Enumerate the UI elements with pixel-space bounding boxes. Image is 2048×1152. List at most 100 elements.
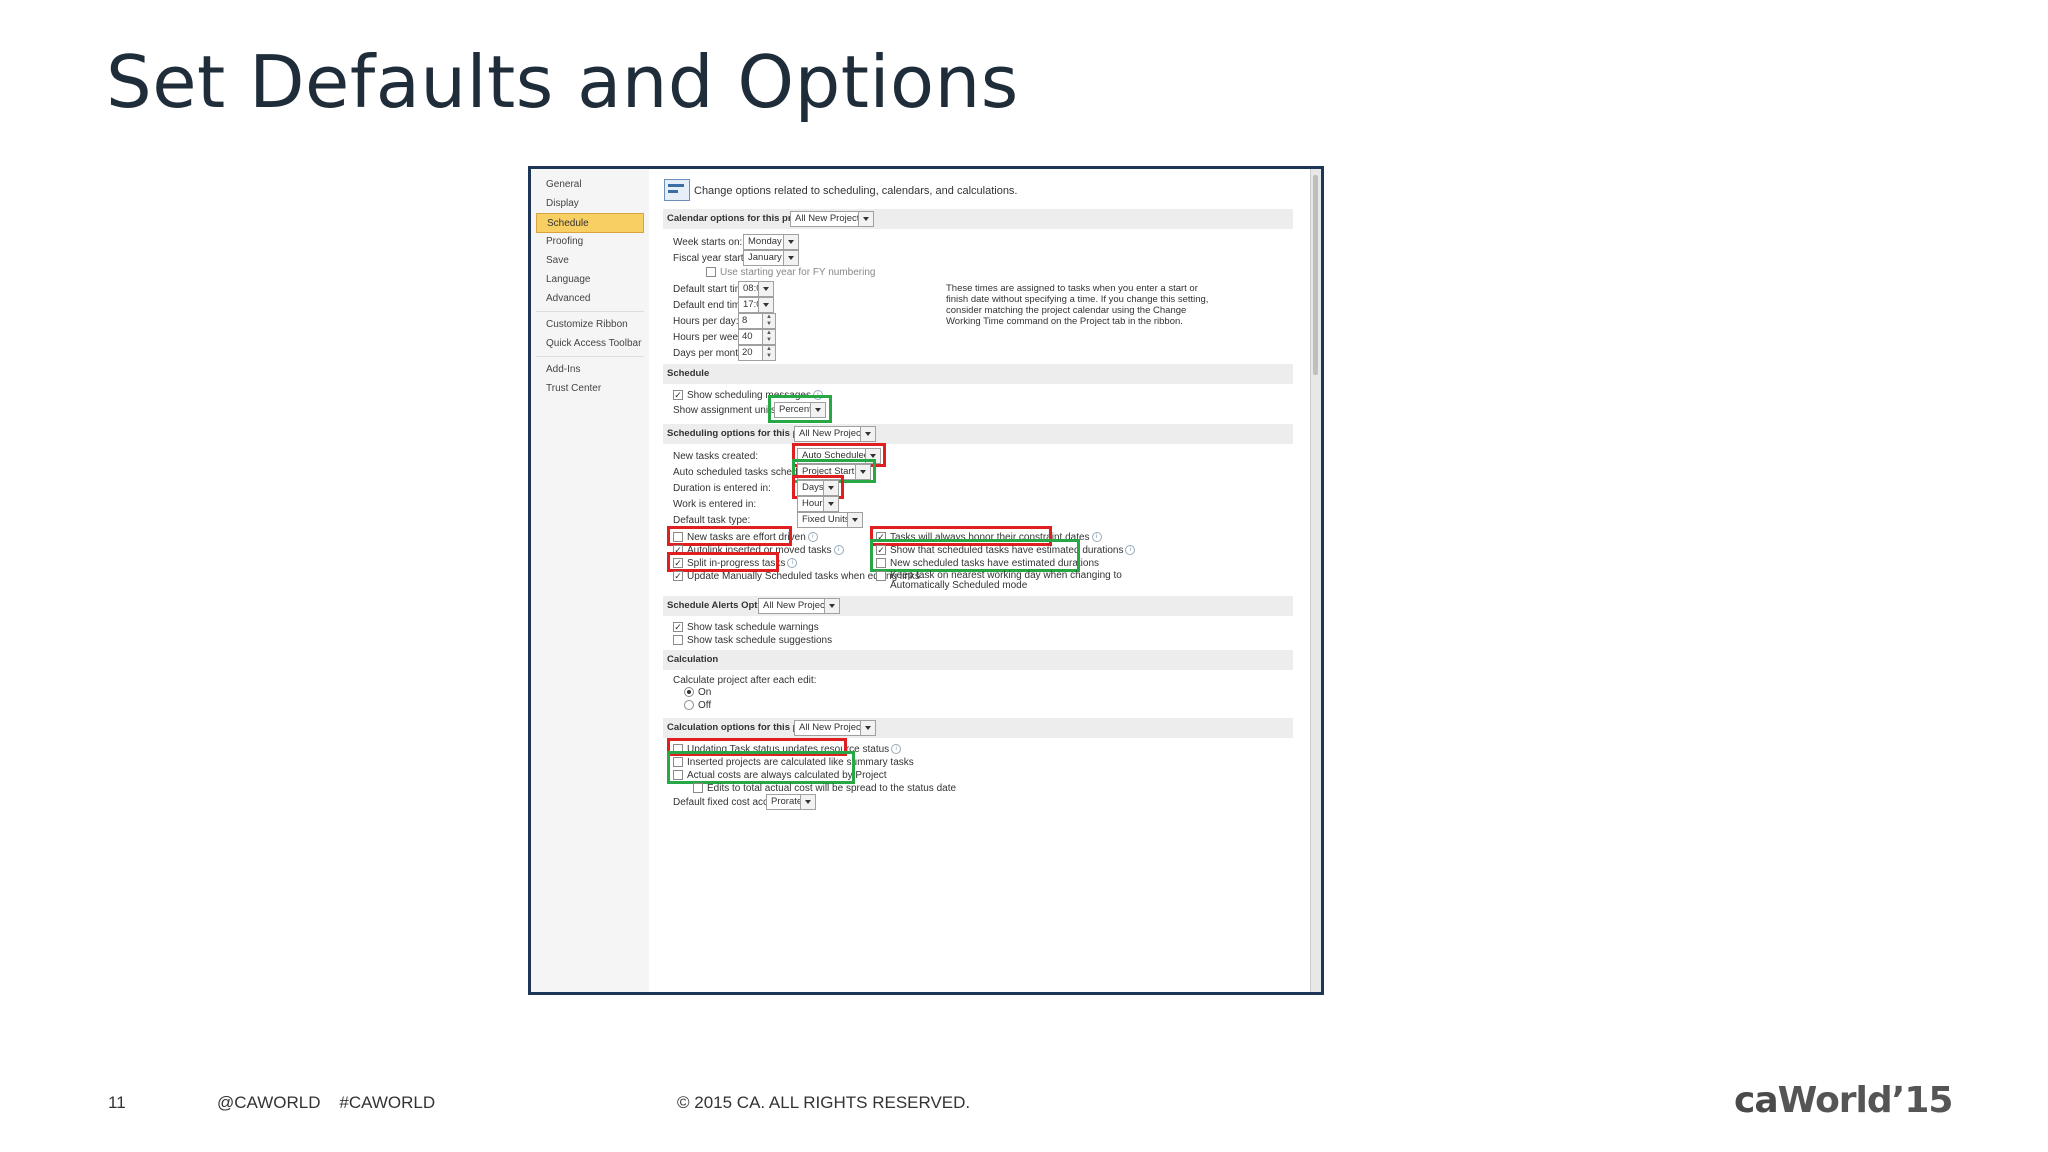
schedule-section-label: Schedule — [667, 368, 710, 379]
new-tasks-created-select[interactable]: Auto Scheduled — [797, 448, 881, 464]
show-estimated-checkbox[interactable]: ✓ — [876, 545, 886, 555]
week-starts-select[interactable]: Monday — [743, 234, 799, 250]
honor-constraints-text: Tasks will always honor their constraint… — [890, 532, 1090, 543]
honor-constraints-label: Tasks will always honor their constraint… — [890, 532, 1102, 543]
default-task-type-label: Default task type: — [673, 515, 751, 526]
show-scheduling-messages-text: Show scheduling messages — [687, 390, 811, 401]
sidebar-item-quick-access-toolbar[interactable]: Quick Access Toolbar — [536, 334, 644, 354]
sidebar-item-proofing[interactable]: Proofing — [536, 232, 644, 252]
assignment-units-select[interactable]: Percentage — [774, 402, 826, 418]
calculation-section-label: Calculation — [667, 654, 719, 665]
default-task-type-select[interactable]: Fixed Units — [797, 512, 863, 528]
work-entered-select[interactable]: Hours — [797, 496, 839, 512]
scheduling-project-select[interactable]: All New Projects — [794, 426, 876, 442]
duration-entered-select[interactable]: Days — [797, 480, 839, 496]
sidebar-item-language[interactable]: Language — [536, 270, 644, 290]
auto-scheduled-on-select[interactable]: Project Start Date — [797, 464, 871, 480]
default-start-select[interactable]: 08:00 — [738, 281, 774, 297]
inserted-projects-label: Inserted projects are calculated like su… — [687, 757, 914, 768]
split-tasks-checkbox[interactable]: ✓ — [673, 558, 683, 568]
updating-status-label: Updating Task status updates resource st… — [687, 744, 902, 755]
info-icon: i — [833, 545, 844, 556]
scrollbar-thumb[interactable] — [1313, 175, 1318, 375]
world15-logo-text: World’15 — [1777, 1080, 1954, 1121]
task-warnings-checkbox[interactable]: ✓ — [673, 622, 683, 632]
options-scrollbar[interactable] — [1310, 169, 1321, 992]
updating-status-checkbox[interactable] — [673, 744, 683, 754]
task-suggestions-checkbox[interactable] — [673, 635, 683, 645]
sidebar-divider — [536, 311, 644, 312]
sidebar-item-advanced[interactable]: Advanced — [536, 289, 644, 309]
honor-constraints-checkbox[interactable]: ✓ — [876, 532, 886, 542]
calculate-after-edit-label: Calculate project after each edit: — [673, 675, 817, 686]
effort-driven-checkbox[interactable] — [673, 532, 683, 542]
sidebar-item-schedule[interactable]: Schedule — [536, 213, 644, 233]
autolink-checkbox[interactable]: ✓ — [673, 545, 683, 555]
updating-status-text: Updating Task status updates resource st… — [687, 744, 890, 755]
show-scheduling-messages-checkbox[interactable]: ✓ — [673, 390, 683, 400]
fiscal-year-select[interactable]: January — [743, 250, 799, 266]
week-starts-label: Week starts on: — [673, 237, 743, 248]
autolink-text: Autolink inserted or moved tasks — [687, 545, 832, 556]
calculation-section-header: Calculation — [663, 650, 1293, 670]
chevron-down-icon — [865, 449, 880, 463]
options-sidebar: General Display Schedule Proofing Save L… — [531, 169, 650, 992]
calculate-off-radio[interactable] — [684, 700, 694, 710]
days-per-month-stepper[interactable]: 20 ▲ ▼ — [738, 345, 776, 361]
keep-nearest-label: Keep task on nearest working day when ch… — [890, 570, 1122, 591]
default-fixed-cost-select[interactable]: Prorated — [766, 794, 816, 810]
default-task-type-value: Fixed Units — [802, 514, 850, 525]
edits-spread-checkbox[interactable] — [693, 783, 703, 793]
week-starts-value: Monday — [748, 236, 782, 247]
update-manual-checkbox[interactable]: ✓ — [673, 571, 683, 581]
chevron-down-icon — [758, 298, 773, 312]
hours-per-week-label: Hours per week: — [673, 332, 746, 343]
spinner-arrows-icon[interactable]: ▲ ▼ — [762, 346, 775, 360]
actual-costs-checkbox[interactable] — [673, 770, 683, 780]
calendar-project-select-value: All New Projects — [795, 213, 865, 224]
sidebar-item-save[interactable]: Save — [536, 251, 644, 271]
calculate-on-radio[interactable] — [684, 687, 694, 697]
days-per-month-label: Days per month: — [673, 348, 747, 359]
caworld-logo: caWorld’15 — [1734, 1080, 1954, 1121]
alerts-project-select[interactable]: All New Projects — [758, 598, 840, 614]
hours-per-day-value: 8 — [742, 315, 748, 326]
sidebar-item-trust-center[interactable]: Trust Center — [536, 379, 644, 399]
spinner-arrows-icon[interactable]: ▲ ▼ — [762, 314, 775, 328]
chevron-down-icon — [783, 235, 798, 249]
chevron-down-icon — [758, 282, 773, 296]
task-warnings-label: Show task schedule warnings — [687, 622, 819, 633]
duration-entered-value: Days — [802, 482, 824, 493]
info-icon: i — [1125, 545, 1136, 556]
split-tasks-label: Split in-progress tasks i — [687, 558, 798, 569]
options-content: Change options related to scheduling, ca… — [649, 169, 1321, 992]
sidebar-item-add-ins[interactable]: Add-Ins — [536, 360, 644, 380]
calculate-off-label: Off — [698, 700, 712, 711]
slide-title: Set Defaults and Options — [106, 40, 1019, 124]
scheduling-project-select-value: All New Projects — [799, 428, 869, 439]
keep-nearest-checkbox[interactable] — [876, 571, 886, 581]
calc-options-project-select[interactable]: All New Projects — [794, 720, 876, 736]
chevron-down-icon — [847, 513, 862, 527]
project-options-screenshot: General Display Schedule Proofing Save L… — [528, 166, 1324, 995]
sidebar-item-general[interactable]: General — [536, 175, 644, 195]
chevron-down-icon — [800, 795, 815, 809]
hours-per-day-label: Hours per day: — [673, 316, 739, 327]
spinner-arrows-icon[interactable]: ▲ ▼ — [762, 330, 775, 344]
calendar-project-select[interactable]: All New Projects — [790, 211, 874, 227]
hours-per-week-stepper[interactable]: 40 ▲ ▼ — [738, 329, 776, 345]
default-end-select[interactable]: 17:00 — [738, 297, 774, 313]
hours-per-day-stepper[interactable]: 8 ▲ ▼ — [738, 313, 776, 329]
scheduling-options-section-header: Scheduling options for this project: — [663, 424, 1293, 444]
fy-numbering-label: Use starting year for FY numbering — [720, 267, 876, 278]
task-suggestions-label: Show task schedule suggestions — [687, 635, 833, 646]
new-estimated-label: New scheduled tasks have estimated durat… — [890, 558, 1100, 569]
sidebar-item-display[interactable]: Display — [536, 194, 644, 214]
sidebar-item-customize-ribbon[interactable]: Customize Ribbon — [536, 315, 644, 335]
chevron-down-icon — [860, 427, 875, 441]
show-estimated-text: Show that scheduled tasks have estimated… — [890, 545, 1124, 556]
chevron-down-icon — [823, 497, 838, 511]
new-estimated-checkbox[interactable] — [876, 558, 886, 568]
fy-numbering-checkbox[interactable] — [706, 267, 716, 277]
inserted-projects-checkbox[interactable] — [673, 757, 683, 767]
